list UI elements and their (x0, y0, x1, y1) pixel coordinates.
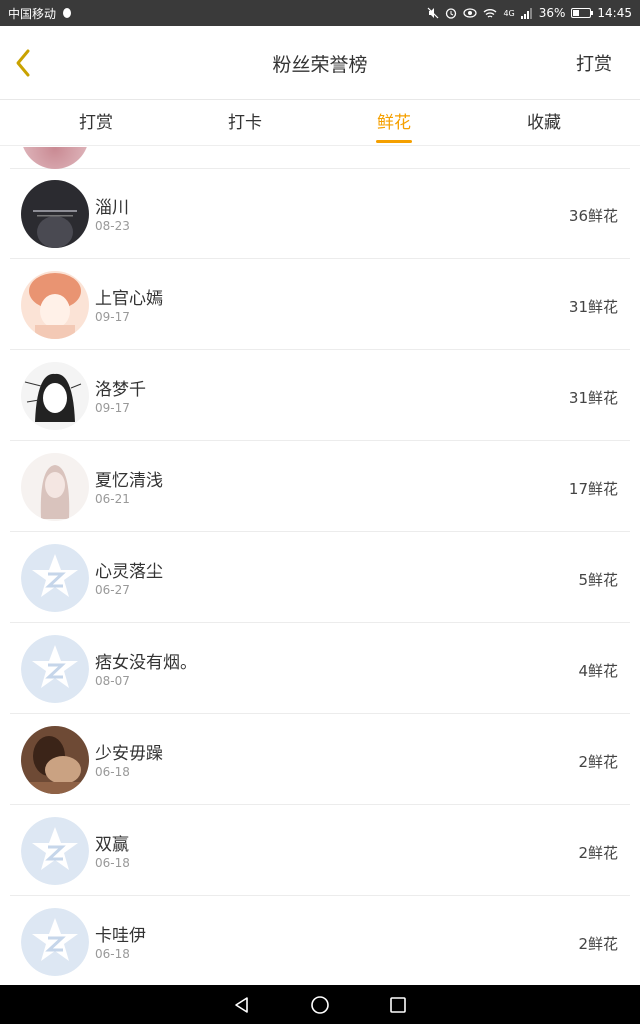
fan-date: 06-18 (95, 947, 130, 961)
header: 粉丝荣誉榜 打赏 (0, 26, 640, 100)
recents-square-icon (390, 996, 406, 1013)
battery-percent: 36% (538, 6, 566, 20)
flower-count: 4鲜花 (578, 662, 618, 680)
fan-name: 少安毋躁 (95, 744, 163, 764)
list-item[interactable]: 淄川 08-23 36鲜花 (10, 169, 630, 259)
tab-reward[interactable]: 打赏 (36, 100, 156, 146)
tab-favorites[interactable]: 收藏 (484, 100, 604, 146)
list-item[interactable]: 洛梦千 09-17 31鲜花 (10, 351, 630, 441)
nav-recents-button[interactable] (384, 991, 412, 1019)
carrier-label: 中国移动 (8, 6, 57, 21)
fan-name: 双赢 (95, 835, 129, 855)
wifi-icon (484, 8, 497, 18)
list-item[interactable]: 上官心嫣 09-17 31鲜花 (10, 260, 630, 350)
qzone-default-avatar-icon (21, 817, 89, 885)
tab-checkin[interactable]: 打卡 (185, 100, 305, 146)
avatar (21, 147, 89, 169)
fan-date: 06-27 (95, 583, 130, 597)
eye-comfort-icon (463, 8, 478, 18)
tab-favorites-label: 收藏 (527, 113, 561, 133)
fan-name: 痞女没有烟。 (95, 653, 197, 673)
avatar (21, 453, 89, 521)
list-item[interactable]: 双赢 06-18 2鲜花 (10, 806, 630, 896)
qzone-default-avatar-icon (21, 908, 89, 976)
mute-icon (428, 7, 439, 19)
avatar (21, 908, 89, 976)
status-right: 4G 36% 14:45 (427, 6, 632, 20)
flower-count: 31鲜花 (568, 298, 618, 316)
fan-date: 06-21 (95, 492, 130, 506)
flower-count: 2鲜花 (578, 935, 618, 953)
home-circle-icon (311, 995, 329, 1014)
avatar (21, 544, 89, 612)
back-triangle-icon (235, 996, 248, 1013)
avatar (21, 362, 89, 430)
list-item[interactable]: 心灵落尘 06-27 5鲜花 (10, 533, 630, 623)
fan-name: 卡哇伊 (95, 926, 146, 946)
fan-date: 06-18 (95, 765, 130, 779)
qzone-default-avatar-icon (21, 544, 89, 612)
flower-count: 2鲜花 (578, 753, 618, 771)
flower-count: 17鲜花 (568, 480, 618, 498)
qq-notification-icon (63, 8, 72, 18)
fan-date: 08-23 (95, 219, 130, 233)
fan-name: 淄川 (95, 198, 129, 218)
tab-flowers[interactable]: 鲜花 (334, 100, 454, 146)
avatar (21, 271, 89, 339)
list-item[interactable]: 夏忆清浅 06-21 17鲜花 (10, 442, 630, 532)
tab-reward-label: 打赏 (79, 113, 113, 133)
list-item-partial[interactable] (10, 147, 630, 169)
flower-count: 2鲜花 (578, 844, 618, 862)
flower-count: 31鲜花 (568, 389, 618, 407)
fan-date: 06-18 (95, 856, 130, 870)
avatar (21, 726, 89, 794)
fan-name: 上官心嫣 (95, 289, 163, 309)
fan-name: 洛梦千 (95, 380, 146, 400)
tab-bar: 打赏 打卡 鲜花 收藏 (0, 100, 640, 146)
clock: 14:45 (597, 6, 632, 20)
active-tab-indicator (376, 140, 412, 143)
fan-date: 08-07 (95, 674, 130, 688)
flower-count: 36鲜花 (568, 207, 618, 225)
nav-home-button[interactable] (306, 991, 334, 1019)
tab-flowers-label: 鲜花 (377, 113, 411, 133)
nav-back-button[interactable] (228, 991, 256, 1019)
battery-icon (571, 8, 594, 18)
list-item[interactable]: 少安毋躁 06-18 2鲜花 (10, 715, 630, 805)
status-bar: 中国移动 4G 36% 14:45 (0, 0, 640, 26)
list-item[interactable]: 痞女没有烟。 08-07 4鲜花 (10, 624, 630, 714)
alarm-icon (446, 8, 457, 19)
system-nav-bar (0, 985, 640, 1024)
tab-checkin-label: 打卡 (228, 113, 262, 133)
avatar (21, 635, 89, 703)
qzone-default-avatar-icon (21, 635, 89, 703)
reward-button[interactable]: 打赏 (576, 50, 612, 76)
avatar (21, 817, 89, 885)
page-title: 粉丝荣誉榜 (272, 54, 368, 76)
status-left: 中国移动 (8, 5, 72, 22)
fan-date: 09-17 (95, 310, 130, 324)
list-item[interactable]: 卡哇伊 06-18 2鲜花 (10, 897, 630, 985)
avatar (21, 180, 89, 248)
fan-date: 09-17 (95, 401, 130, 415)
fan-name: 夏忆清浅 (95, 471, 163, 491)
fan-list[interactable]: 淄川 08-23 36鲜花 上官心嫣 09-17 31鲜花 洛梦千 09-17 … (0, 147, 640, 985)
fan-name: 心灵落尘 (95, 562, 163, 582)
network-type: 4G (503, 8, 515, 18)
flower-count: 5鲜花 (578, 571, 618, 589)
signal-icon (520, 7, 532, 19)
